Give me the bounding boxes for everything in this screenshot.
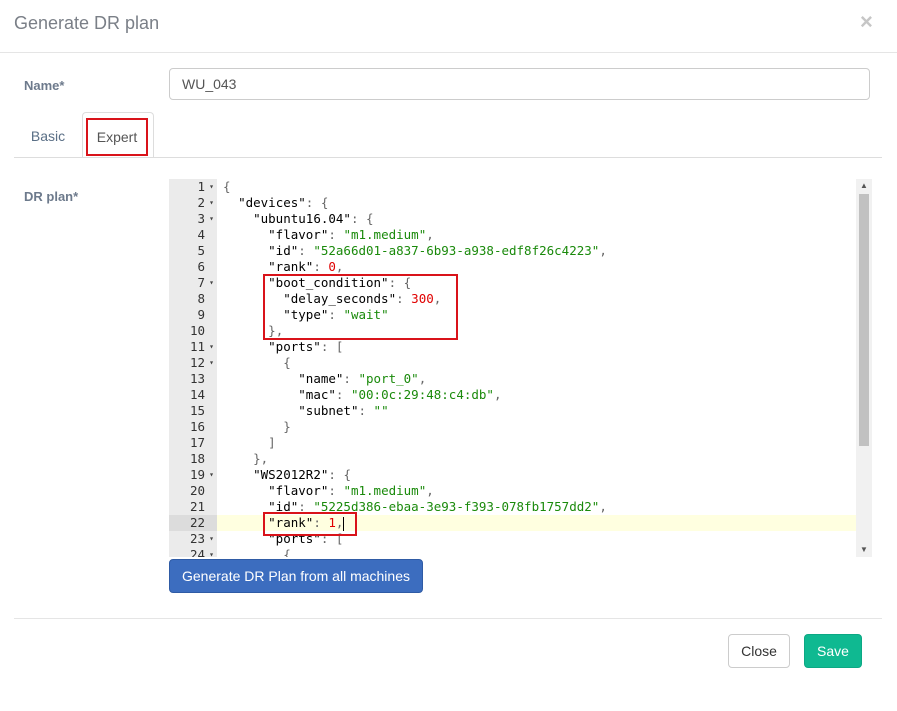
line-number: 18 — [189, 451, 205, 466]
line-number: 22 — [169, 515, 217, 531]
line-number: 1 ▾ — [197, 179, 214, 195]
save-button[interactable]: Save — [804, 634, 862, 668]
close-button[interactable]: Close — [728, 634, 790, 668]
fold-toggle-icon[interactable]: ▾ — [209, 211, 214, 227]
line-number: 14 — [189, 387, 205, 402]
tab-basic[interactable]: Basic — [16, 116, 80, 156]
json-editor[interactable]: 1 ▾ 2 ▾ 3 ▾ 4 5 6 7 ▾ 8 9 10 11 ▾ 12 ▾ 13 14 15 16 17 18 19 ▾ 20 21… — [169, 179, 872, 557]
code-line: "id": "52a66d01-a837-6b93-a938-edf8f26c4… — [268, 243, 607, 258]
fold-toggle-icon[interactable]: ▾ — [209, 179, 214, 195]
code-line: "rank": 0, — [268, 259, 344, 274]
line-number: 5 — [197, 243, 205, 258]
code-line: "ubuntu16.04": { — [253, 211, 374, 226]
scroll-down-icon[interactable]: ▼ — [860, 545, 868, 554]
line-number: 17 — [189, 435, 205, 450]
dr-plan-label: DR plan* — [24, 189, 79, 204]
code-line: } — [283, 419, 291, 434]
line-number: 8 — [197, 291, 205, 306]
tab-expert-label: Expert — [86, 118, 148, 156]
footer-divider — [14, 618, 882, 619]
line-number: 11 ▾ — [189, 339, 214, 355]
modal-header: Generate DR plan × — [0, 0, 897, 53]
line-number: 6 — [197, 259, 205, 274]
tab-expert[interactable]: Expert — [82, 112, 154, 158]
line-number: 2 ▾ — [197, 195, 214, 211]
editor-scrollbar[interactable]: ▲ ▼ — [856, 179, 872, 557]
code-line: "flavor": "m1.medium", — [268, 483, 434, 498]
name-label: Name* — [24, 78, 65, 93]
code-line: }, — [253, 451, 269, 466]
fold-toggle-icon[interactable]: ▾ — [209, 339, 214, 355]
line-number: 19 ▾ — [189, 467, 214, 483]
editor-gutter: 1 ▾ 2 ▾ 3 ▾ 4 5 6 7 ▾ 8 9 10 11 ▾ 12 ▾ 13 14 15 16 17 18 19 ▾ 20 21… — [169, 179, 217, 557]
line-number: 20 — [189, 483, 205, 498]
code-line: ] — [268, 435, 276, 450]
rank-highlight-box — [263, 512, 357, 536]
fold-toggle-icon[interactable]: ▾ — [209, 531, 214, 547]
line-number: 15 — [189, 403, 205, 418]
line-number: 21 — [189, 499, 205, 514]
line-number: 12 ▾ — [189, 355, 214, 371]
line-number: 10 — [189, 323, 205, 338]
code-line: "devices": { — [238, 195, 329, 210]
fold-toggle-icon[interactable]: ▾ — [209, 275, 214, 291]
line-number: 3 ▾ — [197, 211, 214, 227]
close-icon[interactable]: × — [860, 9, 873, 35]
line-number: 13 — [189, 371, 205, 386]
line-number: 4 — [197, 227, 205, 242]
code-line: { — [283, 355, 291, 370]
scroll-thumb[interactable] — [859, 194, 869, 446]
tabs-divider — [14, 157, 882, 158]
line-number: 24 ▾ — [169, 547, 217, 557]
fold-toggle-icon[interactable]: ▾ — [209, 547, 214, 557]
line-number: 16 — [189, 419, 205, 434]
boot-condition-highlight-box — [263, 274, 458, 340]
fold-toggle-icon[interactable]: ▾ — [209, 355, 214, 371]
code-line: "ports": [ — [268, 339, 344, 354]
code-line: { — [223, 179, 231, 194]
scroll-up-icon[interactable]: ▲ — [860, 181, 868, 190]
generate-dr-plan-button[interactable]: Generate DR Plan from all machines — [169, 559, 423, 593]
line-number: 7 ▾ — [197, 275, 214, 291]
code-line: "mac": "00:0c:29:48:c4:db", — [298, 387, 502, 402]
line-number: 23 ▾ — [189, 531, 214, 547]
code-line: "WS2012R2": { — [253, 467, 351, 482]
fold-toggle-icon[interactable]: ▾ — [209, 467, 214, 483]
code-line: "name": "port_0", — [298, 371, 427, 386]
modal-title: Generate DR plan — [14, 13, 160, 33]
line-number: 9 — [197, 307, 205, 322]
code-line: "flavor": "m1.medium", — [268, 227, 434, 242]
code-line: "subnet": "" — [298, 403, 389, 418]
fold-toggle-icon[interactable]: ▾ — [209, 195, 214, 211]
name-input[interactable] — [169, 68, 870, 100]
code-line: { — [283, 547, 291, 557]
